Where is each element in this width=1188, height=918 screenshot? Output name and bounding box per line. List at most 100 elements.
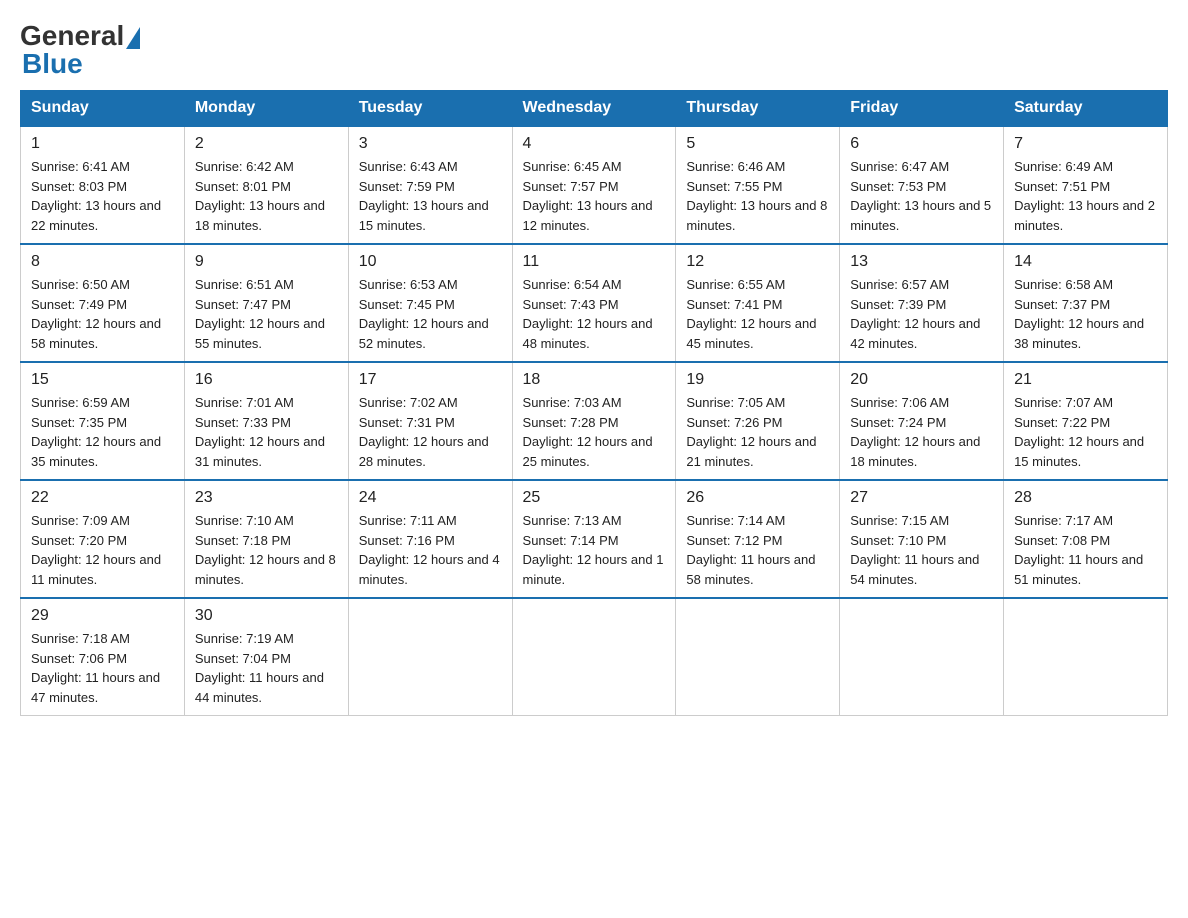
sunset-text: Sunset: 7:57 PM xyxy=(523,179,619,194)
daylight-text: Daylight: 11 hours and 54 minutes. xyxy=(850,552,979,587)
sunset-text: Sunset: 7:26 PM xyxy=(686,415,782,430)
sunrise-text: Sunrise: 7:01 AM xyxy=(195,395,294,410)
calendar-day-cell: 3 Sunrise: 6:43 AM Sunset: 7:59 PM Dayli… xyxy=(348,126,512,244)
day-number: 4 xyxy=(523,135,666,153)
sunset-text: Sunset: 7:53 PM xyxy=(850,179,946,194)
sunrise-text: Sunrise: 6:47 AM xyxy=(850,159,949,174)
calendar-day-cell: 25 Sunrise: 7:13 AM Sunset: 7:14 PM Dayl… xyxy=(512,480,676,598)
calendar-day-cell xyxy=(348,598,512,716)
daylight-text: Daylight: 12 hours and 4 minutes. xyxy=(359,552,500,587)
day-number: 8 xyxy=(31,253,174,271)
day-number: 12 xyxy=(686,253,829,271)
daylight-text: Daylight: 11 hours and 51 minutes. xyxy=(1014,552,1143,587)
day-number: 17 xyxy=(359,371,502,389)
sunrise-text: Sunrise: 6:45 AM xyxy=(523,159,622,174)
sunrise-text: Sunrise: 6:58 AM xyxy=(1014,277,1113,292)
sunset-text: Sunset: 7:14 PM xyxy=(523,533,619,548)
sunrise-text: Sunrise: 7:07 AM xyxy=(1014,395,1113,410)
day-number: 21 xyxy=(1014,371,1157,389)
daylight-text: Daylight: 12 hours and 31 minutes. xyxy=(195,434,325,469)
sunset-text: Sunset: 7:31 PM xyxy=(359,415,455,430)
sunrise-text: Sunrise: 6:59 AM xyxy=(31,395,130,410)
day-number: 10 xyxy=(359,253,502,271)
calendar-day-cell: 7 Sunrise: 6:49 AM Sunset: 7:51 PM Dayli… xyxy=(1004,126,1168,244)
calendar-day-cell: 28 Sunrise: 7:17 AM Sunset: 7:08 PM Dayl… xyxy=(1004,480,1168,598)
daylight-text: Daylight: 12 hours and 25 minutes. xyxy=(523,434,653,469)
sunrise-text: Sunrise: 6:49 AM xyxy=(1014,159,1113,174)
sunrise-text: Sunrise: 7:02 AM xyxy=(359,395,458,410)
sunrise-text: Sunrise: 6:41 AM xyxy=(31,159,130,174)
day-info: Sunrise: 6:46 AM Sunset: 7:55 PM Dayligh… xyxy=(686,157,829,235)
daylight-text: Daylight: 13 hours and 5 minutes. xyxy=(850,198,991,233)
calendar-day-cell: 24 Sunrise: 7:11 AM Sunset: 7:16 PM Dayl… xyxy=(348,480,512,598)
day-info: Sunrise: 7:11 AM Sunset: 7:16 PM Dayligh… xyxy=(359,511,502,589)
sunset-text: Sunset: 7:37 PM xyxy=(1014,297,1110,312)
day-number: 11 xyxy=(523,253,666,271)
day-info: Sunrise: 7:05 AM Sunset: 7:26 PM Dayligh… xyxy=(686,393,829,471)
sunrise-text: Sunrise: 7:09 AM xyxy=(31,513,130,528)
calendar-day-cell: 23 Sunrise: 7:10 AM Sunset: 7:18 PM Dayl… xyxy=(184,480,348,598)
day-number: 7 xyxy=(1014,135,1157,153)
day-number: 22 xyxy=(31,489,174,507)
day-number: 29 xyxy=(31,607,174,625)
calendar-day-cell: 15 Sunrise: 6:59 AM Sunset: 7:35 PM Dayl… xyxy=(21,362,185,480)
day-info: Sunrise: 6:42 AM Sunset: 8:01 PM Dayligh… xyxy=(195,157,338,235)
sunset-text: Sunset: 8:01 PM xyxy=(195,179,291,194)
calendar-day-header: Friday xyxy=(840,91,1004,127)
calendar-day-header: Saturday xyxy=(1004,91,1168,127)
calendar-day-cell: 1 Sunrise: 6:41 AM Sunset: 8:03 PM Dayli… xyxy=(21,126,185,244)
calendar-day-cell xyxy=(840,598,1004,716)
day-number: 30 xyxy=(195,607,338,625)
sunset-text: Sunset: 7:45 PM xyxy=(359,297,455,312)
sunset-text: Sunset: 7:41 PM xyxy=(686,297,782,312)
daylight-text: Daylight: 13 hours and 22 minutes. xyxy=(31,198,161,233)
sunset-text: Sunset: 7:33 PM xyxy=(195,415,291,430)
daylight-text: Daylight: 13 hours and 12 minutes. xyxy=(523,198,653,233)
daylight-text: Daylight: 12 hours and 1 minute. xyxy=(523,552,664,587)
sunset-text: Sunset: 7:10 PM xyxy=(850,533,946,548)
sunset-text: Sunset: 8:03 PM xyxy=(31,179,127,194)
calendar-week-row: 1 Sunrise: 6:41 AM Sunset: 8:03 PM Dayli… xyxy=(21,126,1168,244)
calendar-day-cell: 14 Sunrise: 6:58 AM Sunset: 7:37 PM Dayl… xyxy=(1004,244,1168,362)
sunrise-text: Sunrise: 7:03 AM xyxy=(523,395,622,410)
calendar-day-cell xyxy=(676,598,840,716)
sunrise-text: Sunrise: 7:10 AM xyxy=(195,513,294,528)
day-number: 24 xyxy=(359,489,502,507)
sunset-text: Sunset: 7:22 PM xyxy=(1014,415,1110,430)
day-info: Sunrise: 7:02 AM Sunset: 7:31 PM Dayligh… xyxy=(359,393,502,471)
sunset-text: Sunset: 7:20 PM xyxy=(31,533,127,548)
day-number: 18 xyxy=(523,371,666,389)
daylight-text: Daylight: 12 hours and 42 minutes. xyxy=(850,316,980,351)
daylight-text: Daylight: 11 hours and 44 minutes. xyxy=(195,670,324,705)
calendar-day-cell: 17 Sunrise: 7:02 AM Sunset: 7:31 PM Dayl… xyxy=(348,362,512,480)
daylight-text: Daylight: 12 hours and 18 minutes. xyxy=(850,434,980,469)
sunrise-text: Sunrise: 6:53 AM xyxy=(359,277,458,292)
calendar-day-cell: 19 Sunrise: 7:05 AM Sunset: 7:26 PM Dayl… xyxy=(676,362,840,480)
day-info: Sunrise: 6:57 AM Sunset: 7:39 PM Dayligh… xyxy=(850,275,993,353)
calendar-week-row: 15 Sunrise: 6:59 AM Sunset: 7:35 PM Dayl… xyxy=(21,362,1168,480)
daylight-text: Daylight: 12 hours and 48 minutes. xyxy=(523,316,653,351)
daylight-text: Daylight: 12 hours and 38 minutes. xyxy=(1014,316,1144,351)
day-number: 1 xyxy=(31,135,174,153)
calendar-day-header: Wednesday xyxy=(512,91,676,127)
calendar-day-cell: 2 Sunrise: 6:42 AM Sunset: 8:01 PM Dayli… xyxy=(184,126,348,244)
calendar-day-cell: 20 Sunrise: 7:06 AM Sunset: 7:24 PM Dayl… xyxy=(840,362,1004,480)
daylight-text: Daylight: 12 hours and 35 minutes. xyxy=(31,434,161,469)
calendar-day-cell: 30 Sunrise: 7:19 AM Sunset: 7:04 PM Dayl… xyxy=(184,598,348,716)
day-info: Sunrise: 7:07 AM Sunset: 7:22 PM Dayligh… xyxy=(1014,393,1157,471)
day-info: Sunrise: 6:58 AM Sunset: 7:37 PM Dayligh… xyxy=(1014,275,1157,353)
daylight-text: Daylight: 12 hours and 45 minutes. xyxy=(686,316,816,351)
sunset-text: Sunset: 7:24 PM xyxy=(850,415,946,430)
calendar-day-header: Sunday xyxy=(21,91,185,127)
calendar-day-cell: 11 Sunrise: 6:54 AM Sunset: 7:43 PM Dayl… xyxy=(512,244,676,362)
calendar-day-cell: 16 Sunrise: 7:01 AM Sunset: 7:33 PM Dayl… xyxy=(184,362,348,480)
sunrise-text: Sunrise: 7:14 AM xyxy=(686,513,785,528)
page-header: General Blue xyxy=(20,20,1168,80)
day-number: 13 xyxy=(850,253,993,271)
logo: General Blue xyxy=(20,20,140,80)
day-info: Sunrise: 7:03 AM Sunset: 7:28 PM Dayligh… xyxy=(523,393,666,471)
daylight-text: Daylight: 12 hours and 55 minutes. xyxy=(195,316,325,351)
daylight-text: Daylight: 13 hours and 15 minutes. xyxy=(359,198,489,233)
day-info: Sunrise: 6:43 AM Sunset: 7:59 PM Dayligh… xyxy=(359,157,502,235)
calendar-header-row: SundayMondayTuesdayWednesdayThursdayFrid… xyxy=(21,91,1168,127)
